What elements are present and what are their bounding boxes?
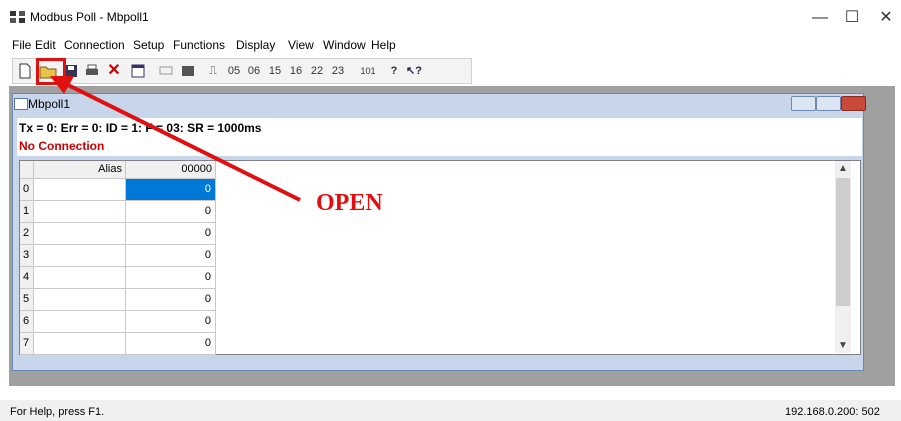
annotation-arrow-icon — [50, 76, 301, 202]
open-annotation-label: OPEN — [316, 190, 383, 216]
